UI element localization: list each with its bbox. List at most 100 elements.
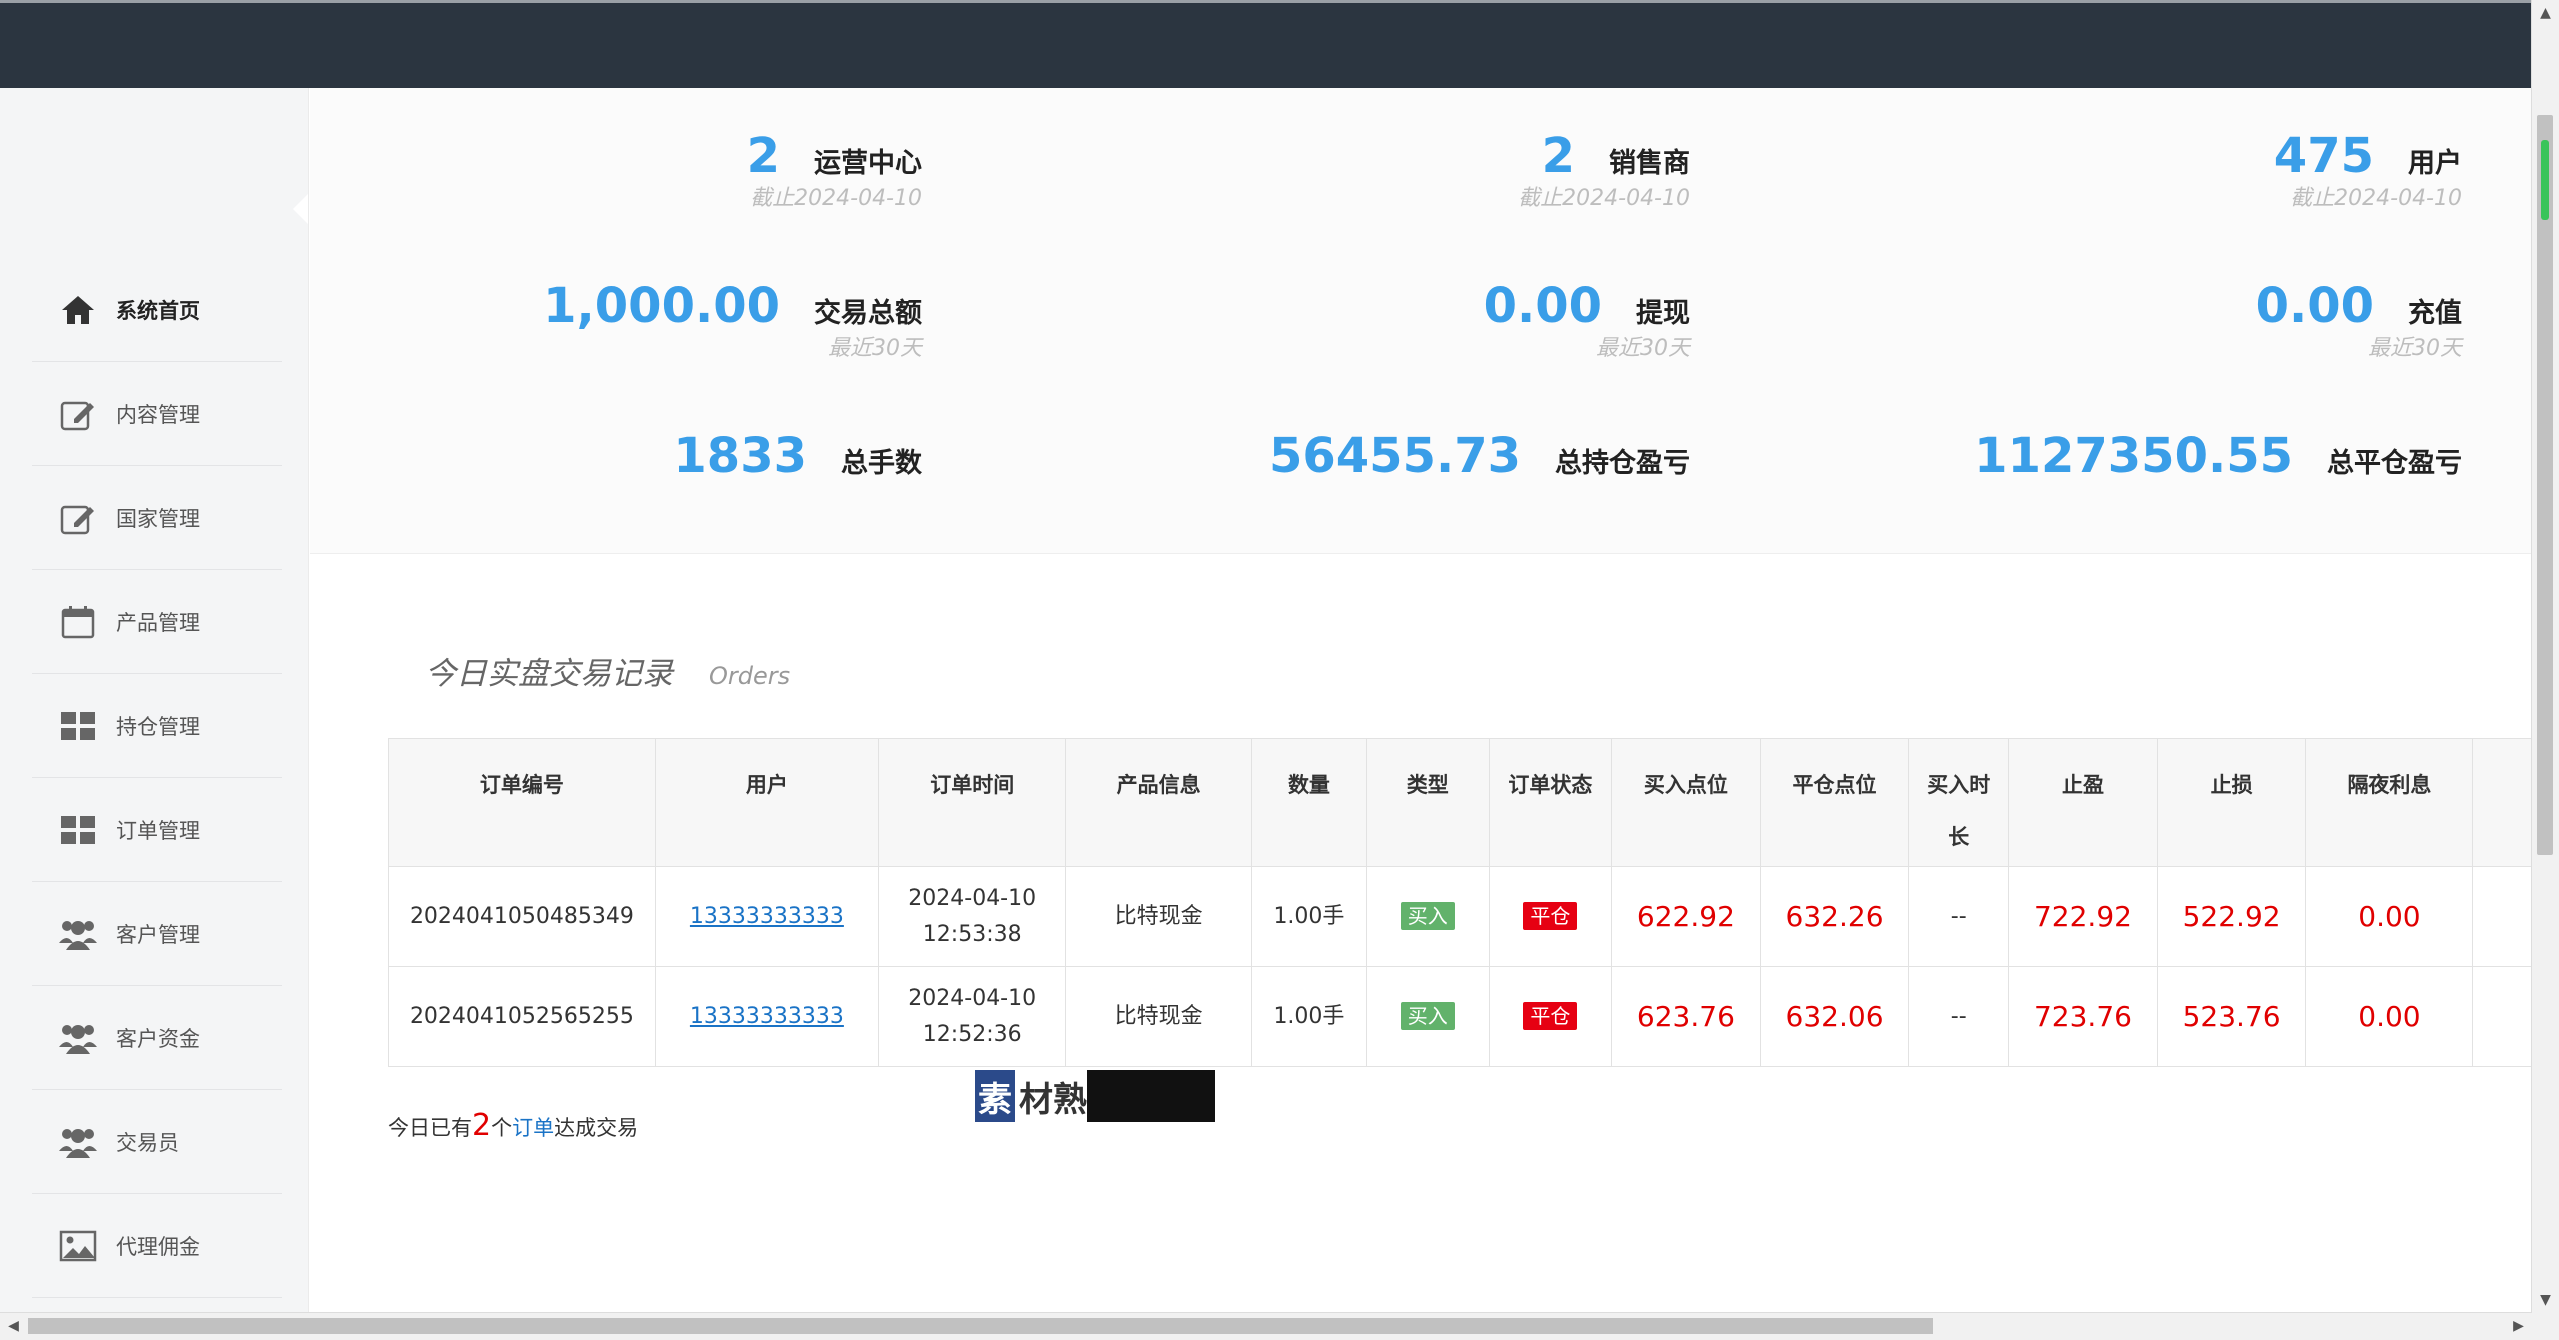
stat-value: 0.00: [1483, 278, 1602, 334]
sidebar-item-9[interactable]: 代理佣金: [32, 1194, 282, 1298]
scroll-down-arrow-icon[interactable]: ▼: [2532, 1287, 2559, 1313]
watermark-text: 材熟: [1019, 1079, 1087, 1120]
stat-row1-0: 2 运营中心 截止2024-04-10: [747, 128, 922, 212]
stat-value: 2: [746, 128, 780, 184]
stat-sub: 截止2024-04-10: [2290, 186, 2462, 211]
sidebar-item-label: 订单管理: [116, 818, 200, 843]
calendar-icon: [58, 602, 98, 642]
header-stop-loss: 止损: [2156, 738, 2307, 867]
stat-value-row: 1,000.00 交易总额: [543, 278, 922, 334]
order-time: 12:52:36: [922, 1021, 1022, 1047]
header-duration: 买入时长: [1908, 738, 2010, 867]
vertical-scrollbar[interactable]: ▲ ▼: [2531, 0, 2559, 1313]
cell-buy-price: 622.92: [1611, 866, 1761, 967]
cell-qty: 1.00手: [1250, 866, 1368, 967]
sidebar-item-3[interactable]: 产品管理: [32, 570, 282, 674]
cell-type: 买入: [1366, 966, 1490, 1067]
cell-time: 2024-04-10 12:52:36: [877, 966, 1067, 1067]
sidebar-item-label: 产品管理: [116, 610, 200, 635]
stat-row3-1: 56455.73 总持仓盈亏: [1269, 428, 1690, 484]
orders-table-wrapper: 订单编号 用户 订单时间 产品信息 数量 类型 订单状态 买入点位 平仓点位 买…: [388, 738, 2532, 1067]
image-icon: [58, 1226, 98, 1266]
watermark-logo: 素: [975, 1070, 1015, 1122]
table-row: 2024041052565255 13333333333 2024-04-10 12:…: [388, 966, 2532, 1067]
sidebar: 系统首页内容管理国家管理产品管理持仓管理订单管理客户管理客户资金交易员代理佣金系…: [0, 88, 309, 1313]
scroll-up-arrow-icon[interactable]: ▲: [2532, 0, 2559, 26]
edit-icon: [58, 394, 98, 434]
cell-extra: [2472, 966, 2532, 1067]
stat-label: 运营中心: [814, 148, 922, 179]
header-status: 订单状态: [1488, 738, 1613, 867]
scroll-left-arrow-icon[interactable]: ◀: [0, 1313, 27, 1340]
stat-value-row: 2 运营中心: [747, 128, 922, 184]
status-badge: 平仓: [1523, 901, 1578, 930]
stat-value-row: 475 用户: [2274, 128, 2462, 184]
stat-sub: 最近30天: [1596, 336, 1690, 361]
sidebar-item-10[interactable]: 系统管理: [32, 1298, 282, 1313]
table-row: 2024041050485349 13333333333 2024-04-10 12:…: [388, 866, 2532, 967]
stat-value: 56455.73: [1268, 428, 1521, 484]
sidebar-item-1[interactable]: 内容管理: [32, 362, 282, 466]
cell-duration: --: [1908, 966, 2010, 1067]
cell-product: 比特现金: [1065, 866, 1252, 967]
sidebar-item-label: 交易员: [116, 1130, 179, 1155]
cell-duration: --: [1908, 866, 2010, 967]
vertical-scroll-thumb[interactable]: [2537, 115, 2553, 855]
cell-time: 2024-04-10 12:53:38: [877, 866, 1067, 967]
grid-icon: [58, 810, 98, 850]
stats-panel: 2 运营中心 截止2024-04-10 2 销售商 截止2024-04-10 475 用户 截止…: [310, 88, 2532, 554]
header-take-profit: 止盈: [2008, 738, 2158, 867]
grid-icon: [58, 706, 98, 746]
users-icon: [58, 1122, 98, 1162]
header-time: 订单时间: [877, 738, 1067, 867]
sidebar-item-4[interactable]: 持仓管理: [32, 674, 282, 778]
orders-summary: 今日已有2个订单达成交易: [388, 1108, 638, 1143]
sidebar-item-7[interactable]: 客户资金: [32, 986, 282, 1090]
horizontal-scrollbar[interactable]: ◀ ▶: [0, 1312, 2532, 1340]
sidebar-item-8[interactable]: 交易员: [32, 1090, 282, 1194]
type-badge: 买入: [1400, 1001, 1455, 1030]
sidebar-item-2[interactable]: 国家管理: [32, 466, 282, 570]
stat-value: 0.00: [2255, 278, 2374, 334]
orders-title-en: Orders: [709, 662, 791, 690]
header-order-no: 订单编号: [388, 738, 656, 867]
cell-status: 平仓: [1488, 866, 1613, 967]
stat-label: 销售商: [1609, 148, 1690, 179]
header-buy-price: 买入点位: [1611, 738, 1761, 867]
orders-section-title: 今日实盘交易记录 Orders: [425, 648, 790, 693]
stat-label: 总持仓盈亏: [1555, 448, 1690, 479]
watermark: 素 材熟: [975, 1070, 1215, 1122]
sidebar-item-6[interactable]: 客户管理: [32, 882, 282, 986]
stat-value: 1833: [673, 428, 807, 484]
header-product: 产品信息: [1065, 738, 1252, 867]
type-badge: 买入: [1400, 901, 1455, 930]
top-bar: [0, 0, 2532, 88]
sidebar-item-5[interactable]: 订单管理: [32, 778, 282, 882]
user-link[interactable]: 13333333333: [690, 904, 844, 929]
header-type: 类型: [1366, 738, 1490, 867]
cell-stop-loss: 523.76: [2156, 966, 2307, 1067]
sidebar-item-label: 国家管理: [116, 506, 200, 531]
status-badge: 平仓: [1523, 1001, 1578, 1030]
sidebar-item-label: 客户资金: [116, 1026, 200, 1051]
stat-label: 总平仓盈亏: [2327, 448, 2462, 479]
scroll-right-arrow-icon[interactable]: ▶: [2505, 1313, 2532, 1340]
horizontal-scroll-thumb[interactable]: [28, 1318, 1933, 1334]
stat-row3-0: 1833 总手数: [673, 428, 922, 484]
stat-value: 1,000.00: [543, 278, 780, 334]
header-extra: [2472, 738, 2532, 867]
sidebar-nav: 系统首页内容管理国家管理产品管理持仓管理订单管理客户管理客户资金交易员代理佣金系…: [32, 258, 282, 1313]
summary-prefix: 今日已有: [388, 1116, 472, 1140]
orders-table: 订单编号 用户 订单时间 产品信息 数量 类型 订单状态 买入点位 平仓点位 买…: [388, 738, 2532, 1067]
sidebar-item-0[interactable]: 系统首页: [32, 258, 282, 362]
summary-orders-link[interactable]: 订单: [512, 1116, 554, 1140]
cell-buy-price: 623.76: [1611, 966, 1761, 1067]
cell-user: 13333333333: [654, 966, 879, 1067]
cell-overnight: 0.00: [2305, 966, 2474, 1067]
order-date: 2024-04-10: [908, 985, 1037, 1011]
cell-close-price: 632.26: [1759, 866, 1910, 967]
sidebar-item-label: 持仓管理: [116, 714, 200, 739]
stat-value-row: 2 销售商: [1518, 128, 1690, 184]
user-link[interactable]: 13333333333: [690, 1004, 844, 1029]
cell-close-price: 632.06: [1759, 966, 1910, 1067]
